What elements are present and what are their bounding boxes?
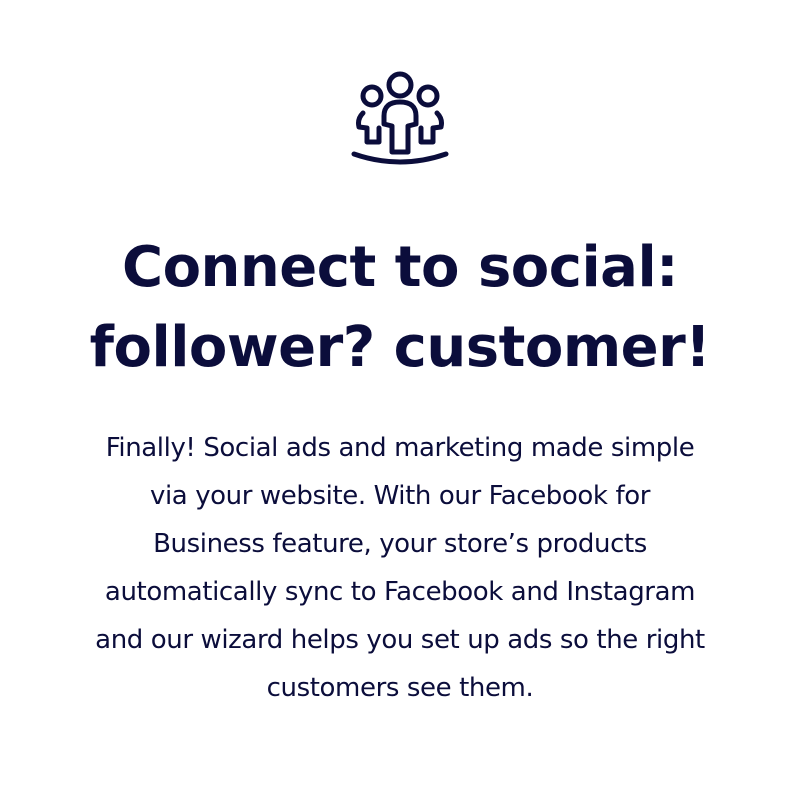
headline-line-1: Connect to social: — [121, 235, 679, 300]
headline-line-2: follower? customer! — [89, 315, 711, 380]
description-line-6: customers see them. — [266, 673, 534, 703]
feature-panel: Connect to social: follower? customer! F… — [0, 0, 800, 800]
description-line-5: and our wizard helps you set up ads so t… — [95, 625, 705, 655]
feature-description: Finally! Social ads and marketing made s… — [30, 424, 770, 712]
description-line-2: via your website. With our Facebook for — [149, 481, 650, 511]
people-group-icon — [350, 70, 450, 170]
description-line-3: Business feature, your store’s products — [153, 529, 647, 559]
description-line-1: Finally! Social ads and marketing made s… — [105, 433, 695, 463]
feature-headline: Connect to social: follower? customer! — [0, 228, 800, 388]
description-line-4: automatically sync to Facebook and Insta… — [104, 577, 696, 607]
